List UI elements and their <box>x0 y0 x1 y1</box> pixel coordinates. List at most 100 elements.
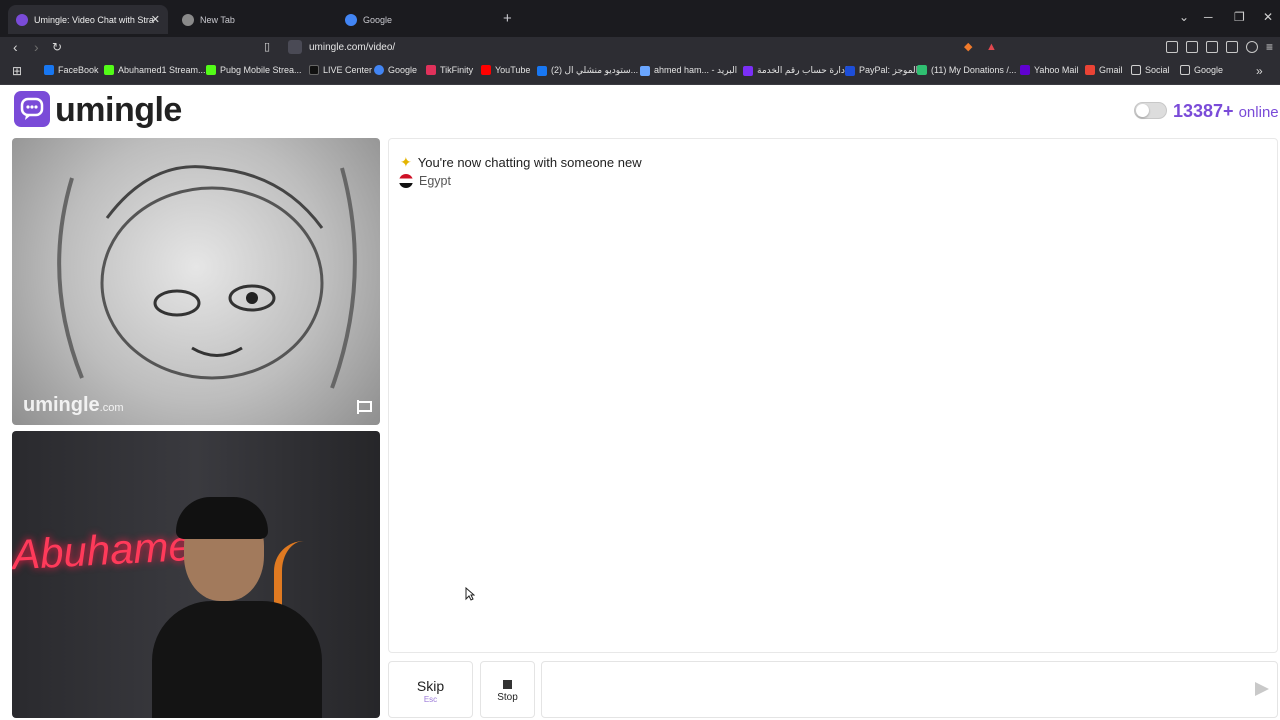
bookmark-item[interactable]: ahmed ham... - البريد <box>640 65 737 76</box>
back-arrow-icon[interactable]: ‹ <box>13 40 18 54</box>
bookmark-item[interactable]: LIVE Center <box>309 65 372 75</box>
site-info-icon[interactable] <box>288 40 302 54</box>
tab-search-chevron-icon[interactable]: ⌄ <box>1179 10 1189 24</box>
bookmark-item[interactable]: (2) ستوديو منشلي ال... <box>537 65 638 76</box>
tab-title: New Tab <box>200 14 235 25</box>
kick-icon <box>206 65 216 75</box>
self-video: Abuhamed <box>12 431 380 718</box>
system-message-text: You're now chatting with someone new <box>417 155 642 170</box>
system-message: ✦ You're now chatting with someone new <box>400 154 642 171</box>
browser-tab-strip: Umingle: Video Chat with Stra ✕ New Tab … <box>0 0 1280 37</box>
paypal-icon <box>845 65 855 76</box>
gmail-icon <box>1085 65 1095 75</box>
bookmark-label: FaceBook <box>58 65 99 75</box>
bookmark-label: Gmail <box>1099 65 1123 75</box>
tab-title: Google <box>363 14 393 25</box>
extensions-icon[interactable] <box>1166 41 1178 53</box>
bookmark-folder[interactable]: Social <box>1131 65 1170 75</box>
facebook-icon <box>537 65 547 76</box>
bookmark-folder[interactable]: Google <box>1180 65 1223 75</box>
toggle-knob <box>1136 104 1149 117</box>
sidebar-icon[interactable] <box>1186 41 1198 53</box>
stop-button[interactable]: Stop <box>480 661 535 718</box>
theme-toggle[interactable] <box>1134 102 1167 119</box>
egypt-flag-icon <box>399 174 413 188</box>
country-name: Egypt <box>419 174 451 188</box>
url-text: umingle.com/video/ <box>309 41 396 53</box>
forward-arrow-icon[interactable]: › <box>34 40 39 54</box>
streamer-body <box>152 601 322 718</box>
online-counter: 13387+ online <box>1173 101 1279 122</box>
bookmark-item[interactable]: YouTube <box>481 65 530 75</box>
umingle-watermark: umingle.com <box>23 394 124 417</box>
bookmark-item[interactable]: Gmail <box>1085 65 1123 75</box>
bookmark-item[interactable]: Google <box>374 65 417 75</box>
site-logo-text[interactable]: umingle <box>55 91 182 130</box>
wallet-icon[interactable] <box>1206 41 1218 53</box>
bookmark-label: Social <box>1145 65 1170 75</box>
bookmark-label: Google <box>388 65 418 75</box>
address-bar[interactable]: umingle.com/video/ <box>282 37 958 57</box>
tab-google[interactable]: Google <box>337 5 497 34</box>
vpn-icon[interactable] <box>1246 41 1258 53</box>
brave-shield-icon[interactable]: ◆ <box>964 40 972 54</box>
umingle-page: umingle 13387+ online umingle.com Abuham… <box>0 85 1280 720</box>
folder-icon <box>1131 65 1141 75</box>
bookmark-label: TikFinity <box>440 65 474 75</box>
bookmark-item[interactable]: TikFinity <box>426 65 473 75</box>
facebook-icon <box>44 65 54 75</box>
more-bookmarks-chevron-icon[interactable]: » <box>1256 64 1263 78</box>
bookmark-item[interactable]: Pubg Mobile Strea... <box>206 65 302 75</box>
mouse-cursor-icon <box>465 587 475 601</box>
tab-title: Umingle: Video Chat with Stra <box>34 14 154 25</box>
restore-icon[interactable]: ❐ <box>1234 10 1245 24</box>
reload-icon[interactable]: ↻ <box>52 40 62 54</box>
watermark-text: umingle <box>23 394 100 416</box>
close-window-icon[interactable]: ✕ <box>1263 10 1273 24</box>
donations-icon <box>917 65 927 75</box>
sparkle-icon: ✦ <box>400 154 412 170</box>
bookmark-icon[interactable]: ▯ <box>264 40 270 54</box>
new-tab-plus-icon[interactable]: + <box>503 10 512 27</box>
service-icon <box>743 65 753 76</box>
umingle-logo-icon[interactable] <box>14 91 50 127</box>
tikfinity-icon <box>426 65 436 75</box>
skip-label: Skip <box>416 678 445 694</box>
bookmark-item[interactable]: FaceBook <box>44 65 99 75</box>
tab-new-tab[interactable]: New Tab <box>174 5 334 34</box>
stranger-video: umingle.com <box>12 138 380 425</box>
report-flag-icon[interactable] <box>357 400 372 414</box>
kick-icon <box>104 65 114 75</box>
menu-icon[interactable]: ≡ <box>1266 40 1273 54</box>
tab-umingle[interactable]: Umingle: Video Chat with Stra ✕ <box>8 5 168 34</box>
google-icon <box>374 65 384 75</box>
close-tab-icon[interactable]: ✕ <box>151 13 160 26</box>
bookmark-item[interactable]: إدارة حساب رقم الخدمة <box>743 65 847 76</box>
stranger-country: Egypt <box>399 174 451 188</box>
umingle-favicon-icon <box>16 13 28 26</box>
send-arrow-icon[interactable] <box>1255 682 1269 696</box>
bookmark-item[interactable]: (11) My Donations /... <box>917 65 1016 75</box>
minimize-icon[interactable]: ─ <box>1204 10 1213 24</box>
leo-ai-icon[interactable] <box>1226 41 1238 53</box>
bookmark-item[interactable]: PayPal: الموجز <box>845 65 918 76</box>
bookmark-label: YouTube <box>495 65 531 75</box>
streamer-figure <box>152 497 322 718</box>
stop-label: Stop <box>497 692 518 703</box>
bookmark-label: إدارة حساب رقم الخدمة <box>757 65 848 75</box>
apps-grid-icon[interactable]: ⊞ <box>12 64 22 78</box>
bookmarks-bar: ⊞ FaceBook Abuhamed1 Stream... Pubg Mobi… <box>0 59 1280 85</box>
skip-button[interactable]: Skip Esc <box>388 661 473 718</box>
google-favicon-icon <box>345 13 357 26</box>
chat-panel: ✦ You're now chatting with someone new E… <box>388 138 1278 653</box>
folder-icon <box>1180 65 1190 75</box>
brave-rewards-icon[interactable]: ▲ <box>986 40 997 54</box>
chat-bubble-icon <box>20 97 44 120</box>
stranger-sketch-image <box>57 165 357 389</box>
tiktok-icon <box>309 65 319 75</box>
message-input[interactable] <box>541 661 1278 718</box>
bookmark-label: (2) ستوديو منشلي ال... <box>551 65 639 75</box>
bookmark-item[interactable]: Abuhamed1 Stream... <box>104 65 206 75</box>
youtube-icon <box>481 65 491 75</box>
bookmark-item[interactable]: Yahoo Mail <box>1020 65 1078 75</box>
